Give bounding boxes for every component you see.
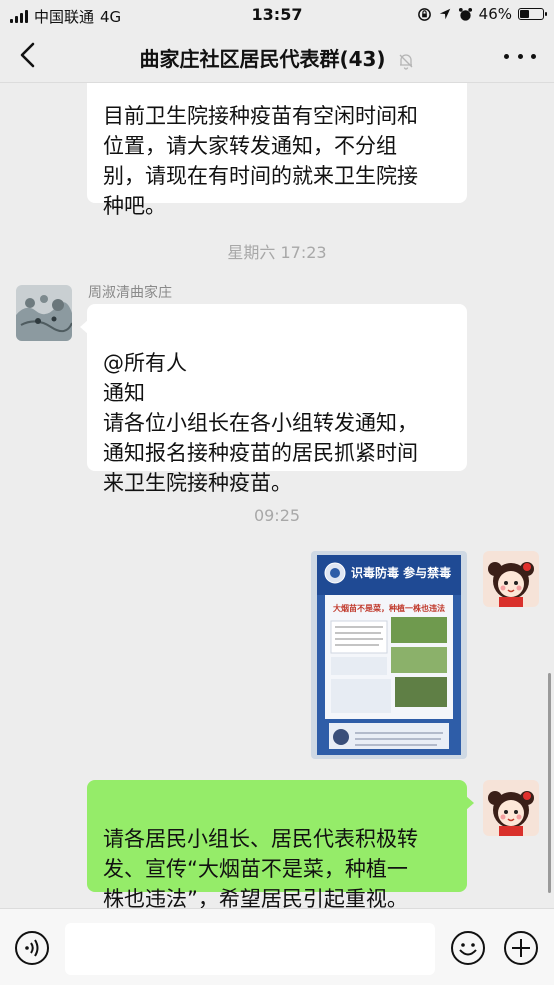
self-avatar[interactable] [483,551,539,607]
battery-percent: 46% [478,5,512,23]
battery-icon [518,8,547,20]
chat-title-text: 曲家庄社区居民代表群(43) [139,47,386,71]
message-bubble-announcement[interactable]: @所有人 通知 请各位小组长在各小组转发通知， 通知报名接种疫苗的居民抓紧时间 … [80,304,467,495]
status-bar: 中国联通 4G 13:57 46% [0,0,554,30]
poster-image[interactable]: 识毒防毒 参与禁毒 大烟苗不是菜，种植一株也违法 [311,551,467,759]
sender-avatar[interactable] [16,285,72,341]
location-icon [439,8,450,20]
poster-headline: 识毒防毒 参与禁毒 [351,565,451,580]
timestamp: 09:25 [253,506,301,525]
timestamp: 星期六 17:23 [227,243,327,262]
plus-icon[interactable] [502,929,540,967]
chat-message-list[interactable]: 目前卫生院接种疫苗有空闲时间和 位置，请大家转发通知，不分组 别，请现在有时间的… [0,83,554,908]
mute-bell-icon [399,53,413,70]
message-bubble-self[interactable]: 请各居民小组长、居民代表积极转 发、宣传“大烟苗不是菜，种植一 株也违法”，希望… [87,780,474,908]
chat-header: 曲家庄社区居民代表群(43) [0,30,554,83]
sender-name: 周淑清曲家庄 [88,285,172,301]
input-bar [0,908,554,985]
alarm-icon [458,7,472,21]
self-avatar[interactable] [483,780,539,836]
chat-title[interactable]: 曲家庄社区居民代表群(43) [0,43,554,72]
poster-subhead: 大烟苗不是菜，种植一株也违法 [333,603,445,613]
message-text: 目前卫生院接种疫苗有空闲时间和 位置，请大家转发通知，不分组 别，请现在有时间的… [103,104,418,218]
message-text: 请各居民小组长、居民代表积极转 发、宣传“大烟苗不是菜，种植一 株也违法”，希望… [103,827,418,908]
emoji-icon[interactable] [449,929,487,967]
more-options-button[interactable] [504,42,536,70]
status-right: 46% [417,5,547,23]
message-input[interactable] [65,923,435,975]
scrollbar[interactable] [548,673,551,893]
message-text: @所有人 通知 请各位小组长在各小组转发通知， 通知报名接种疫苗的居民抓紧时间 … [103,351,418,495]
message-bubble-notice[interactable]: 目前卫生院接种疫苗有空闲时间和 位置，请大家转发通知，不分组 别，请现在有时间的… [87,83,467,218]
lock-rotation-icon [417,7,431,21]
voice-icon[interactable] [13,929,51,967]
